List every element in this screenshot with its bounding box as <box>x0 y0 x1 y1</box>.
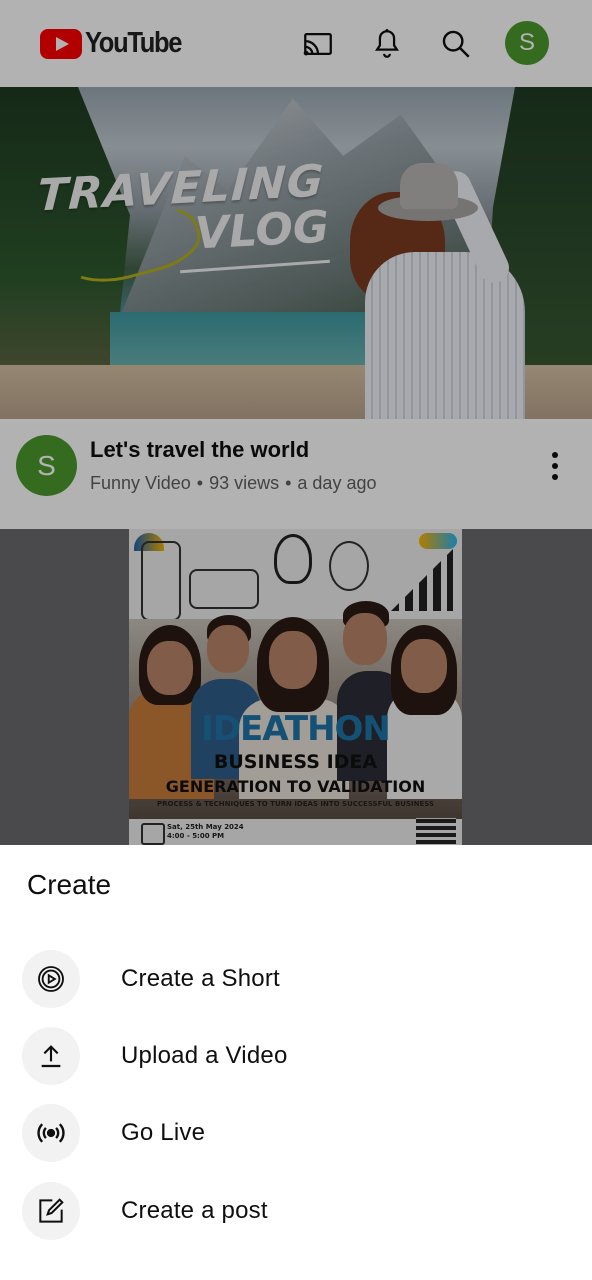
create-post-option[interactable]: Create a post <box>0 1176 592 1246</box>
upload-icon <box>22 1027 80 1085</box>
option-label: Upload a Video <box>121 1042 288 1069</box>
upload-video-option[interactable]: Upload a Video <box>0 1021 592 1091</box>
option-label: Create a post <box>121 1197 268 1224</box>
option-label: Go Live <box>121 1119 206 1146</box>
shorts-play-icon <box>22 950 80 1008</box>
sheet-title: Create <box>27 869 112 900</box>
go-live-option[interactable]: Go Live <box>0 1098 592 1168</box>
create-short-option[interactable]: Create a Short <box>0 944 592 1014</box>
create-bottom-sheet: Create Create a Short Upload a Video Go … <box>0 845 592 1280</box>
live-broadcast-icon <box>22 1104 80 1162</box>
edit-post-icon <box>22 1182 80 1240</box>
modal-scrim[interactable] <box>0 0 592 845</box>
option-label: Create a Short <box>121 965 280 992</box>
